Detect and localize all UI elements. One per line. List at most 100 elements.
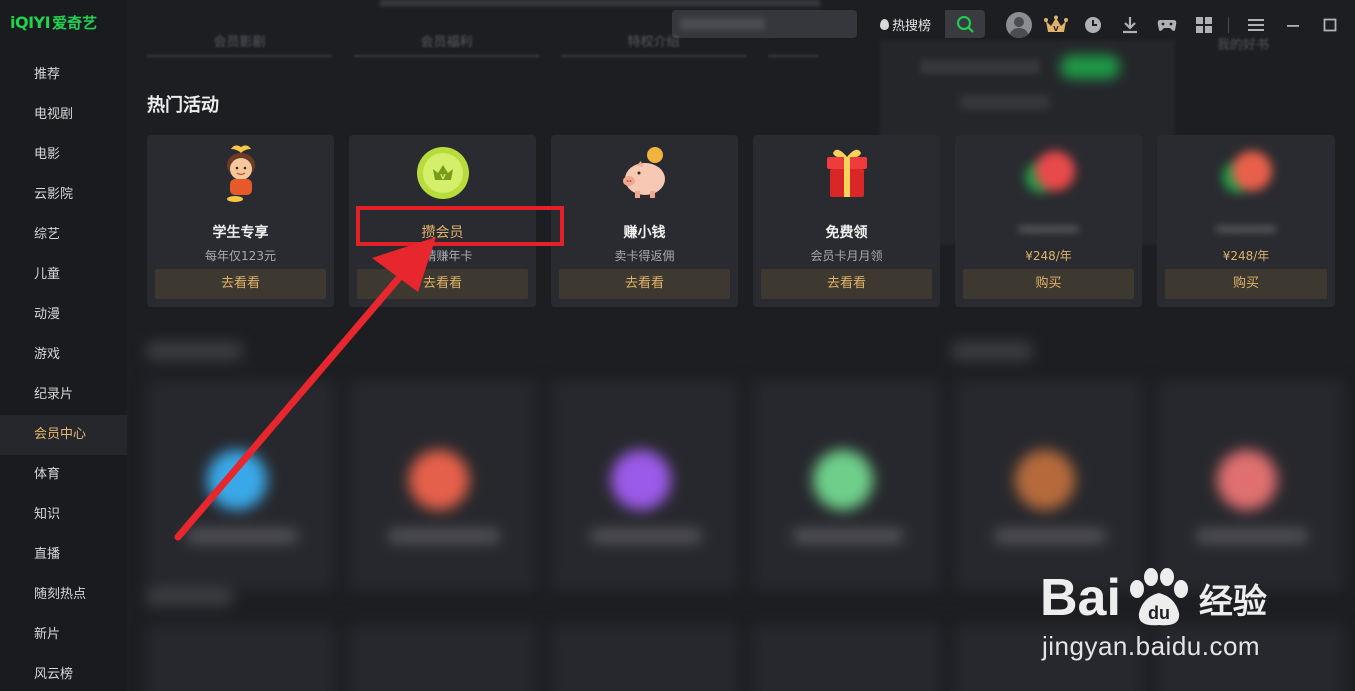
watermark-logo: Bai du 经验 (1040, 567, 1267, 629)
card-button-buy[interactable]: 购买 (1165, 269, 1327, 299)
blurred-card (349, 380, 536, 590)
card-subtitle: 卖卡得返佣 (614, 249, 675, 263)
svg-text:V: V (1053, 25, 1059, 33)
sidebar-item-cloud-cinema[interactable]: 云影院 (0, 175, 127, 215)
paw-icon: du (1123, 567, 1193, 629)
top-toolbar: V (1006, 12, 1354, 38)
game-icon (1157, 20, 1177, 31)
blurred-text (793, 530, 903, 542)
blurred-card (753, 380, 940, 590)
gift-box-icon (826, 149, 867, 197)
card-button-go[interactable]: 去看看 (357, 269, 528, 299)
blurred-icon (1015, 450, 1075, 510)
svg-text:du: du (1148, 603, 1170, 623)
sidebar-item-hot-topics[interactable]: 随刻热点 (0, 575, 127, 615)
flame-icon (880, 19, 889, 30)
sidebar-item-documentary[interactable]: 纪录片 (0, 375, 127, 415)
blurred-top-content (380, 0, 820, 6)
blurred-icon (207, 450, 267, 510)
card-button-go[interactable]: 去看看 (559, 269, 730, 299)
blurred-popup-text (960, 95, 1050, 109)
maximize-button[interactable] (1317, 12, 1343, 38)
card-subtitle: 每年仅123元 (205, 249, 276, 263)
tab-more[interactable] (768, 30, 818, 57)
user-avatar-button[interactable] (1006, 12, 1032, 38)
card-title: ━━━━━━━ (1018, 222, 1078, 238)
blurred-product-icon (1222, 151, 1272, 193)
activity-card-student[interactable]: 学生专享 每年仅123元 去看看 (147, 135, 334, 307)
vip-crown-button[interactable]: V (1043, 12, 1069, 38)
sidebar-item-kids[interactable]: 儿童 (0, 255, 127, 295)
vip-crown-icon: V (1044, 15, 1068, 33)
maximize-icon (1323, 18, 1337, 32)
sidebar-item-new-releases[interactable]: 新片 (0, 615, 127, 655)
highlight-annotation-box (356, 206, 564, 246)
blurred-card (147, 380, 334, 590)
apps-grid-button[interactable] (1191, 12, 1217, 38)
blurred-card (349, 625, 536, 691)
blurred-icon (409, 450, 469, 510)
watermark-url: jingyan.baidu.com (1042, 631, 1261, 661)
sidebar-item-charts[interactable]: 风云榜 (0, 655, 127, 691)
minimize-button[interactable] (1280, 12, 1306, 38)
search-button[interactable] (945, 10, 985, 38)
sidebar-item-variety[interactable]: 综艺 (0, 215, 127, 255)
card-subtitle: 邀请赚年卡 (412, 249, 473, 263)
sidebar-item-anime[interactable]: 动漫 (0, 295, 127, 335)
apps-grid-icon (1196, 17, 1212, 33)
blurred-text (1197, 530, 1307, 542)
tab-vip-dramas[interactable]: 会员影剧 (147, 30, 332, 57)
blurred-popup-text (920, 60, 1040, 74)
sidebar-item-recommend[interactable]: 推荐 (0, 55, 127, 95)
blurred-icon (611, 450, 671, 510)
blurred-card (551, 625, 738, 691)
card-button-go[interactable]: 去看看 (155, 269, 326, 299)
product-card[interactable]: ━━━━━━━ ¥248/年 购买 (1157, 135, 1335, 307)
sidebar-item-vip-center[interactable]: 会员中心 (0, 415, 127, 455)
product-card[interactable]: ━━━━━━━ ¥248/年 购买 (955, 135, 1142, 307)
hot-search-list-label: 热搜榜 (892, 19, 932, 34)
card-title: ━━━━━━━ (1216, 222, 1276, 238)
card-subtitle: 会员卡月月领 (810, 249, 883, 263)
blurred-icon (1217, 450, 1277, 510)
game-button[interactable] (1154, 12, 1180, 38)
watermark-logo-left: Bai (1040, 569, 1121, 627)
card-title: 免费领 (825, 225, 868, 241)
activity-card-earn-money[interactable]: 赚小钱 卖卡得返佣 去看看 (551, 135, 738, 307)
sidebar-item-live[interactable]: 直播 (0, 535, 127, 575)
blurred-product-icon (1024, 151, 1075, 193)
blurred-card (753, 625, 940, 691)
blurred-text (187, 530, 297, 542)
sidebar-item-sports[interactable]: 体育 (0, 455, 127, 495)
sidebar-item-games[interactable]: 游戏 (0, 335, 127, 375)
card-button-go[interactable]: 去看看 (761, 269, 932, 299)
card-price: ¥248/年 (1025, 249, 1072, 263)
menu-icon (1248, 19, 1264, 31)
history-button[interactable] (1080, 12, 1106, 38)
sidebar-item-tv[interactable]: 电视剧 (0, 95, 127, 135)
tab-privileges[interactable]: 特权介绍 (561, 30, 746, 57)
blurred-popup-button (1060, 55, 1120, 79)
card-price: ¥248/年 (1222, 249, 1270, 263)
card-button-buy[interactable]: 购买 (963, 269, 1134, 299)
app-logo[interactable]: iQIYI 爱奇艺 (10, 12, 97, 33)
blurred-icon (813, 450, 873, 510)
download-button[interactable] (1117, 12, 1143, 38)
sidebar: iQIYI 爱奇艺 推荐 电视剧 电影 云影院 综艺 儿童 动漫 游戏 纪录片 … (0, 0, 127, 691)
minimize-icon (1287, 25, 1299, 27)
download-icon (1123, 17, 1137, 34)
sidebar-item-knowledge[interactable]: 知识 (0, 495, 127, 535)
activity-card-free-claim[interactable]: 免费领 会员卡月月领 去看看 (753, 135, 940, 307)
avatar (1006, 12, 1032, 38)
watermark-logo-cn: 经验 (1198, 581, 1267, 622)
category-tabs: 会员影剧 会员福利 特权介绍 (147, 30, 818, 57)
blurred-text (995, 530, 1105, 542)
card-title: 赚小钱 (623, 225, 666, 241)
blurred-card (551, 380, 738, 590)
hot-search-list-button[interactable]: 热搜榜 (880, 15, 931, 34)
svg-text:V: V (440, 173, 446, 181)
piggy-bank-icon (622, 147, 665, 198)
blurred-card (147, 625, 334, 691)
sidebar-item-movies[interactable]: 电影 (0, 135, 127, 175)
tab-vip-benefits[interactable]: 会员福利 (354, 30, 539, 57)
